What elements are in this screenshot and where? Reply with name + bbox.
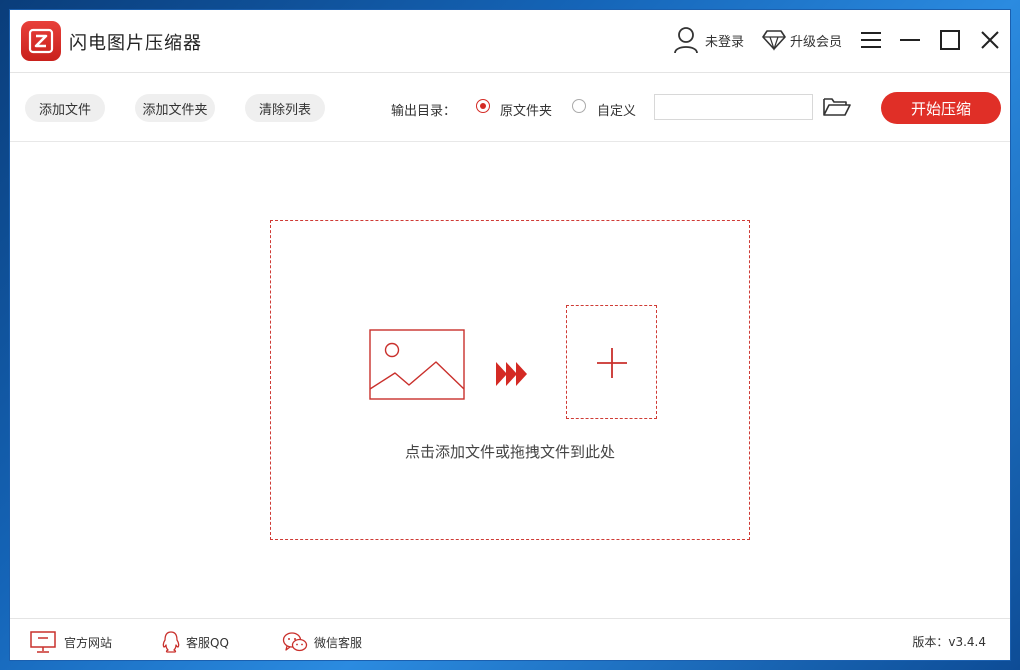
maximize-button[interactable]: [931, 21, 969, 59]
file-drop-zone[interactable]: 点击添加文件或拖拽文件到此处: [270, 220, 750, 540]
upgrade-vip-link[interactable]: 升级会员: [762, 20, 842, 60]
app-window: 闪电图片压缩器 未登录 升级会员 添加文件 添加文件夹 清除列表 输出目录： 原…: [9, 9, 1011, 661]
wechat-icon: [282, 632, 308, 652]
add-file-box[interactable]: [566, 305, 657, 419]
clear-list-button[interactable]: 清除列表: [245, 94, 325, 122]
official-website-label: 官方网站: [64, 635, 113, 650]
login-link[interactable]: 未登录: [673, 20, 744, 60]
official-website-link[interactable]: 官方网站: [30, 631, 112, 653]
qq-support-link[interactable]: 客服QQ: [162, 631, 229, 653]
qq-support-label: 客服QQ: [186, 635, 229, 650]
toolbar: 添加文件 添加文件夹 清除列表 输出目录： 原文件夹 自定义 开始压缩: [10, 73, 1010, 142]
start-compress-button[interactable]: 开始压缩: [881, 92, 1001, 124]
login-label: 未登录: [705, 34, 745, 50]
radio-original-folder[interactable]: [476, 99, 490, 113]
minimize-button[interactable]: [891, 21, 929, 59]
user-icon: [674, 27, 698, 54]
add-folder-button[interactable]: 添加文件夹: [135, 94, 215, 122]
radio-custom[interactable]: [572, 99, 586, 113]
minimize-icon: [900, 39, 920, 41]
wechat-support-link[interactable]: 微信客服: [282, 631, 362, 653]
browse-folder-button[interactable]: [822, 94, 852, 120]
wechat-support-label: 微信客服: [314, 635, 363, 650]
radio-custom-label[interactable]: 自定义: [597, 100, 636, 119]
arrows-icon: [496, 362, 527, 386]
add-file-button[interactable]: 添加文件: [25, 94, 105, 122]
vip-label: 升级会员: [790, 34, 843, 50]
image-icon: [369, 329, 465, 400]
title-bar: 闪电图片压缩器 未登录 升级会员: [10, 10, 1010, 73]
monitor-icon: [30, 631, 56, 653]
output-dir-label: 输出目录：: [391, 104, 457, 119]
open-folder-icon: [823, 98, 851, 116]
qq-icon: [162, 631, 180, 653]
maximize-icon: [940, 30, 960, 50]
close-icon: [981, 31, 999, 49]
diamond-icon: [762, 30, 786, 51]
app-logo: [21, 21, 61, 61]
close-button[interactable]: [971, 21, 1009, 59]
hamburger-icon: [861, 32, 881, 48]
plus-icon: [597, 348, 627, 378]
radio-original-folder-label[interactable]: 原文件夹: [500, 100, 552, 119]
menu-button[interactable]: [852, 21, 890, 59]
output-path-input[interactable]: [654, 94, 813, 120]
footer: 官方网站 客服QQ 微信客服 版本：v3.4.4: [10, 618, 1010, 661]
version-label: 版本：v3.4.4: [912, 635, 986, 649]
app-title: 闪电图片压缩器: [69, 33, 202, 54]
drop-hint-text: 点击添加文件或拖拽文件到此处: [404, 443, 615, 461]
